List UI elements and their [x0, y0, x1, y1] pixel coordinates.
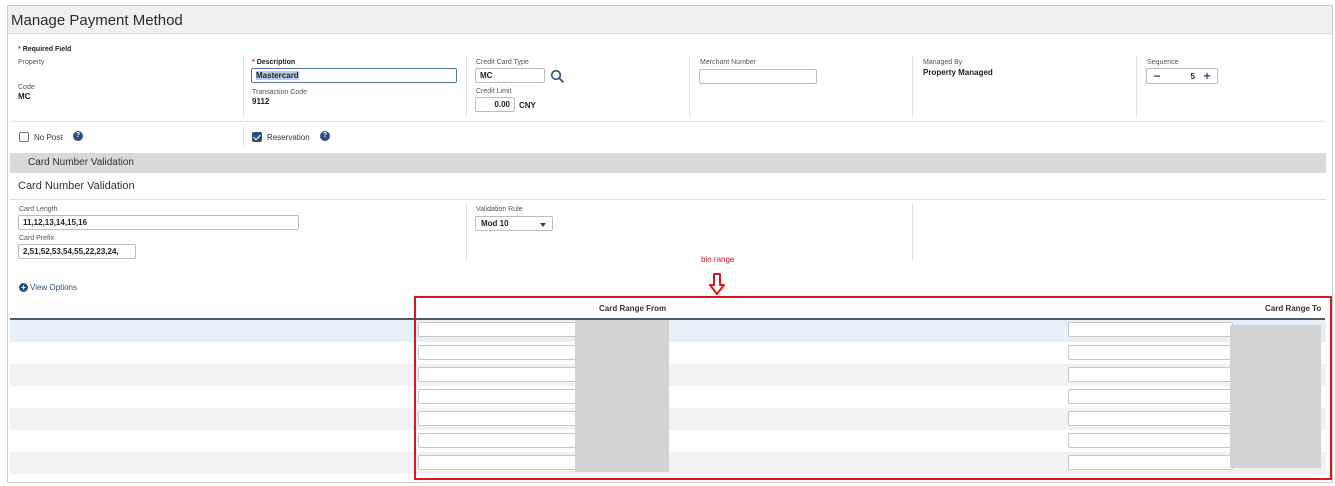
validation-rule-dropdown[interactable]: Mod 10	[475, 216, 553, 231]
currency-code: CNY	[519, 101, 536, 110]
section-header-card-number-validation[interactable]: Card Number Validation	[10, 153, 1326, 173]
validation-rule-value: Mod 10	[481, 219, 509, 228]
title-bar: Manage Payment Method	[8, 6, 1332, 34]
sequence-stepper[interactable]: − 5 +	[1146, 68, 1218, 84]
credit-card-type-value: MC	[480, 71, 493, 80]
no-post-checkbox[interactable]	[19, 132, 29, 142]
description-label-text: Description	[256, 59, 296, 66]
view-options-label: View Options	[30, 283, 77, 292]
description-input[interactable]: Mastercard	[251, 68, 457, 83]
section-title: Card Number Validation	[28, 157, 134, 168]
merchant-number-input[interactable]	[699, 69, 817, 84]
divider	[10, 121, 1326, 122]
description-value: Mastercard	[256, 71, 299, 80]
card-length-input[interactable]: 11,12,13,14,15,16	[18, 215, 299, 230]
divider	[466, 56, 467, 118]
merchant-number-label: Merchant Number	[700, 59, 757, 66]
sequence-value: 5	[1190, 72, 1195, 81]
card-length-value: 11,12,13,14,15,16	[23, 218, 88, 227]
required-field-note-text: Required Field	[22, 46, 72, 53]
divider	[10, 199, 1326, 200]
card-prefix-label: Card Prefix	[19, 235, 55, 242]
description-label: * Description	[252, 59, 296, 66]
code-value: MC	[18, 92, 31, 101]
help-icon[interactable]: ?	[73, 131, 83, 141]
plus-circle-icon: +	[19, 283, 28, 293]
property-label: Property	[18, 59, 45, 66]
card-prefix-input[interactable]: 2,51,52,53,54,55,22,23,24,	[18, 244, 136, 259]
managed-by-label: Managed By	[923, 59, 963, 66]
transaction-code-label: Transaction Code	[252, 89, 307, 96]
credit-card-type-input[interactable]: MC	[475, 68, 545, 83]
divider	[912, 56, 913, 118]
credit-limit-label: Credit Limit	[476, 88, 512, 95]
validation-rule-label: Validation Rule	[476, 206, 523, 213]
divider	[912, 203, 913, 261]
card-prefix-value: 2,51,52,53,54,55,22,23,24,	[23, 247, 119, 256]
search-icon[interactable]	[550, 69, 564, 83]
credit-limit-input[interactable]: 0.00	[475, 97, 515, 112]
divider	[243, 56, 244, 118]
reservation-label: Reservation	[267, 133, 310, 142]
card-length-label: Card Length	[19, 206, 58, 213]
reservation-checkbox[interactable]	[252, 132, 262, 142]
no-post-label: No Post	[34, 133, 63, 142]
page-title: Manage Payment Method	[11, 12, 183, 29]
help-icon[interactable]: ?	[320, 131, 330, 141]
bin-range-annotation: bin range	[701, 255, 735, 264]
sequence-decrement-button[interactable]: −	[1149, 69, 1165, 84]
code-label: Code	[18, 84, 35, 91]
divider	[466, 203, 467, 261]
divider	[1136, 56, 1137, 118]
bin-range-highlight-box	[414, 296, 1332, 480]
subsection-title: Card Number Validation	[18, 180, 135, 192]
managed-by-value: Property Managed	[923, 68, 993, 77]
divider	[243, 124, 244, 146]
chevron-down-icon	[540, 223, 546, 227]
divider	[689, 56, 690, 118]
credit-card-type-label: Credit Card Type	[476, 59, 529, 66]
required-field-note: * Required Field	[18, 46, 72, 53]
sequence-increment-button[interactable]: +	[1199, 69, 1215, 84]
down-arrow-icon	[709, 273, 725, 295]
credit-limit-value: 0.00	[494, 100, 510, 109]
view-options-link[interactable]: + View Options	[19, 283, 77, 293]
sequence-label: Sequence	[1147, 59, 1179, 66]
transaction-code-value: 9112	[252, 97, 270, 106]
